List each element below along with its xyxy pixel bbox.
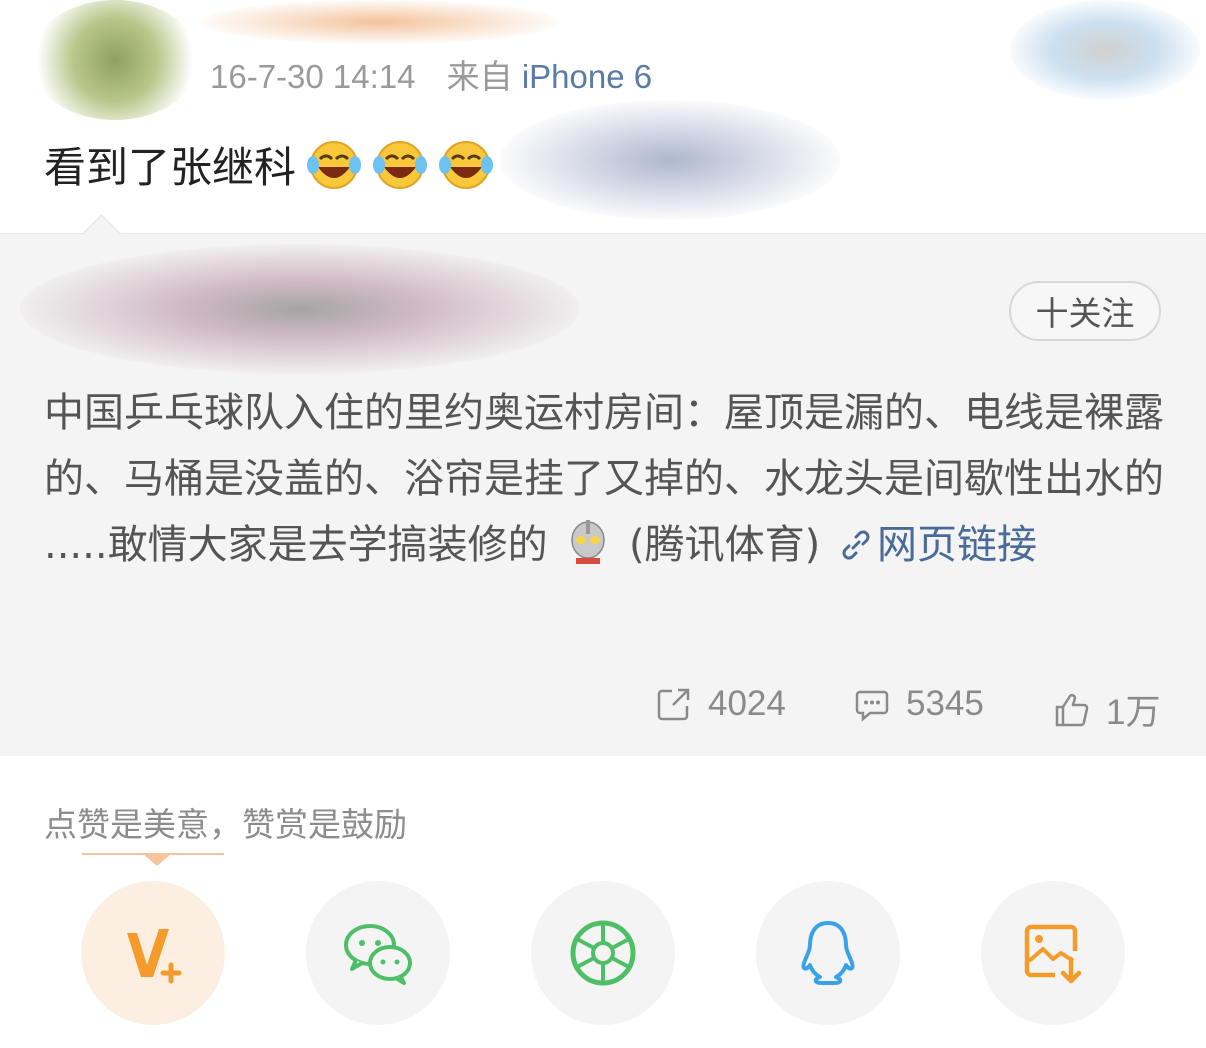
save-image-button[interactable] [981, 881, 1125, 1025]
repost-pointer [82, 214, 121, 253]
post-device[interactable]: iPhone 6 [522, 58, 652, 95]
post-meta: 16-7-30 14:14 来自 iPhone 6 [210, 50, 652, 98]
v-plus-icon [127, 929, 182, 984]
repost-body: 中国乒乓球队入住的里约奥运村房间：屋顶是漏的、电线是裸露的、马桶是没盖的、浴帘是… [44, 380, 1164, 578]
share-icon [657, 688, 690, 721]
obscured-top-right [1010, 0, 1200, 100]
web-link-text: 网页链接 [876, 522, 1037, 568]
active-indicator-caret [143, 854, 171, 866]
qq-icon [801, 921, 855, 985]
comment-icon [855, 690, 889, 722]
repost-card[interactable]: 十关注 中国乒乓球队入住的里约奥运村房间：屋顶是漏的、电线是裸露的、马桶是没盖的… [0, 214, 1206, 756]
like-count-button[interactable]: 1万 [1054, 684, 1160, 735]
share-moments-button[interactable] [531, 881, 675, 1025]
comment-count: 5345 [906, 684, 984, 723]
repost-count-button[interactable]: 4024 [656, 684, 786, 724]
post-text: 看到了张继科 [44, 134, 494, 195]
obscured-username [200, 0, 560, 44]
link-icon [842, 530, 870, 560]
laugh-cry-emoji [307, 140, 362, 189]
reward-v-plus-button[interactable] [81, 881, 225, 1025]
repost-source: (腾讯体育) [629, 522, 821, 568]
share-wechat-button[interactable] [306, 881, 450, 1025]
post-time: 16-7-30 14:14 [210, 58, 416, 95]
wechat-icon [344, 924, 412, 985]
moments-icon [570, 920, 636, 986]
post-text-content: 看到了张继科 [44, 143, 297, 192]
obscured-avatar [30, 0, 200, 120]
obscured-repost-author [20, 244, 580, 374]
post-source-prefix: 来自 [446, 58, 513, 95]
follow-button[interactable]: 十关注 [1009, 281, 1161, 341]
comment-count-button[interactable]: 5345 [854, 684, 984, 724]
web-link[interactable]: 网页链接 [833, 522, 1037, 568]
laugh-cry-emoji [439, 140, 494, 189]
reward-title: 点赞是美意，赞赏是鼓励 [44, 805, 407, 844]
save-image-icon [1024, 924, 1082, 984]
share-qq-button[interactable] [756, 881, 900, 1025]
like-count: 1万 [1106, 693, 1161, 732]
thumbs-up-icon [1055, 693, 1089, 726]
repost-count: 4024 [708, 684, 786, 723]
laugh-cry-emoji [373, 140, 428, 189]
obscured-post-tail [500, 100, 840, 220]
ultraman-emoji [571, 520, 606, 564]
